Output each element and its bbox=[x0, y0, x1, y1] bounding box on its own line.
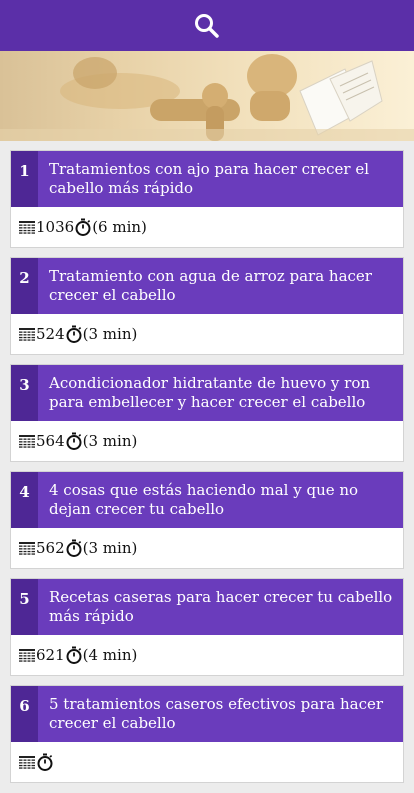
article-list: 1 Tratamientos con ajo para hacer crecer… bbox=[11, 151, 403, 793]
article-card[interactable]: 6 5 tratamientos caseros efectivos para … bbox=[11, 686, 403, 782]
article-card[interactable]: 4 4 cosas que estás haciendo mal y que n… bbox=[11, 472, 403, 568]
article-header[interactable]: 1 Tratamientos con ajo para hacer crecer… bbox=[11, 151, 403, 207]
article-title[interactable]: Tratamientos con ajo para hacer crecer e… bbox=[38, 151, 403, 207]
word-count: 621 bbox=[36, 646, 65, 664]
reading-time: (4 min) bbox=[82, 646, 138, 664]
article-card[interactable]: 5 Recetas caseras para hacer crecer tu c… bbox=[11, 579, 403, 675]
stopwatch-icon bbox=[36, 753, 54, 771]
article-meta: 621 (4 min) bbox=[11, 635, 403, 675]
article-title[interactable]: Acondicionador hidratante de huevo y ron… bbox=[38, 365, 403, 421]
search-icon[interactable] bbox=[193, 12, 221, 40]
article-meta: 564 (3 min) bbox=[11, 421, 403, 461]
article-title[interactable]: 4 cosas que estás haciendo mal y que no … bbox=[38, 472, 403, 528]
stopwatch-icon bbox=[65, 539, 83, 557]
stopwatch-icon bbox=[74, 218, 92, 236]
top-bar bbox=[0, 0, 414, 51]
article-number: 2 bbox=[11, 258, 38, 314]
article-number: 3 bbox=[11, 365, 38, 421]
article-title[interactable]: Tratamiento con agua de arroz para hacer… bbox=[38, 258, 403, 314]
article-title[interactable]: Recetas caseras para hacer crecer tu cab… bbox=[38, 579, 403, 635]
article-header[interactable]: 3 Acondicionador hidratante de huevo y r… bbox=[11, 365, 403, 421]
stopwatch-icon bbox=[65, 646, 83, 664]
article-meta: 1036 (6 min) bbox=[11, 207, 403, 247]
article-meta: 524 (3 min) bbox=[11, 314, 403, 354]
article-card[interactable]: 3 Acondicionador hidratante de huevo y r… bbox=[11, 365, 403, 461]
word-count-icon bbox=[18, 755, 36, 769]
word-count-icon bbox=[18, 220, 36, 234]
article-header[interactable]: 6 5 tratamientos caseros efectivos para … bbox=[11, 686, 403, 742]
article-number: 1 bbox=[11, 151, 38, 207]
article-title[interactable]: 5 tratamientos caseros efectivos para ha… bbox=[38, 686, 403, 742]
stopwatch-icon bbox=[65, 432, 83, 450]
article-header[interactable]: 5 Recetas caseras para hacer crecer tu c… bbox=[11, 579, 403, 635]
word-count: 524 bbox=[36, 325, 65, 343]
article-card[interactable]: 1 Tratamientos con ajo para hacer crecer… bbox=[11, 151, 403, 247]
word-count: 1036 bbox=[36, 218, 75, 236]
hero-image bbox=[0, 51, 414, 141]
article-header[interactable]: 2 Tratamiento con agua de arroz para hac… bbox=[11, 258, 403, 314]
reading-time: (6 min) bbox=[92, 218, 147, 236]
word-count-icon bbox=[18, 541, 36, 555]
article-number: 4 bbox=[11, 472, 38, 528]
article-number: 5 bbox=[11, 579, 38, 635]
article-card[interactable]: 2 Tratamiento con agua de arroz para hac… bbox=[11, 258, 403, 354]
word-count: 564 bbox=[36, 432, 65, 450]
word-count-icon bbox=[18, 434, 36, 448]
word-count-icon bbox=[18, 648, 36, 662]
word-count-icon bbox=[18, 327, 36, 341]
word-count: 562 bbox=[36, 539, 65, 557]
article-meta: 562 (3 min) bbox=[11, 528, 403, 568]
reading-time: (3 min) bbox=[82, 432, 138, 450]
article-number: 6 bbox=[11, 686, 38, 742]
reading-time: (3 min) bbox=[82, 325, 138, 343]
article-header[interactable]: 4 4 cosas que estás haciendo mal y que n… bbox=[11, 472, 403, 528]
article-meta bbox=[11, 742, 403, 782]
reading-time: (3 min) bbox=[82, 539, 138, 557]
stopwatch-icon bbox=[65, 325, 83, 343]
